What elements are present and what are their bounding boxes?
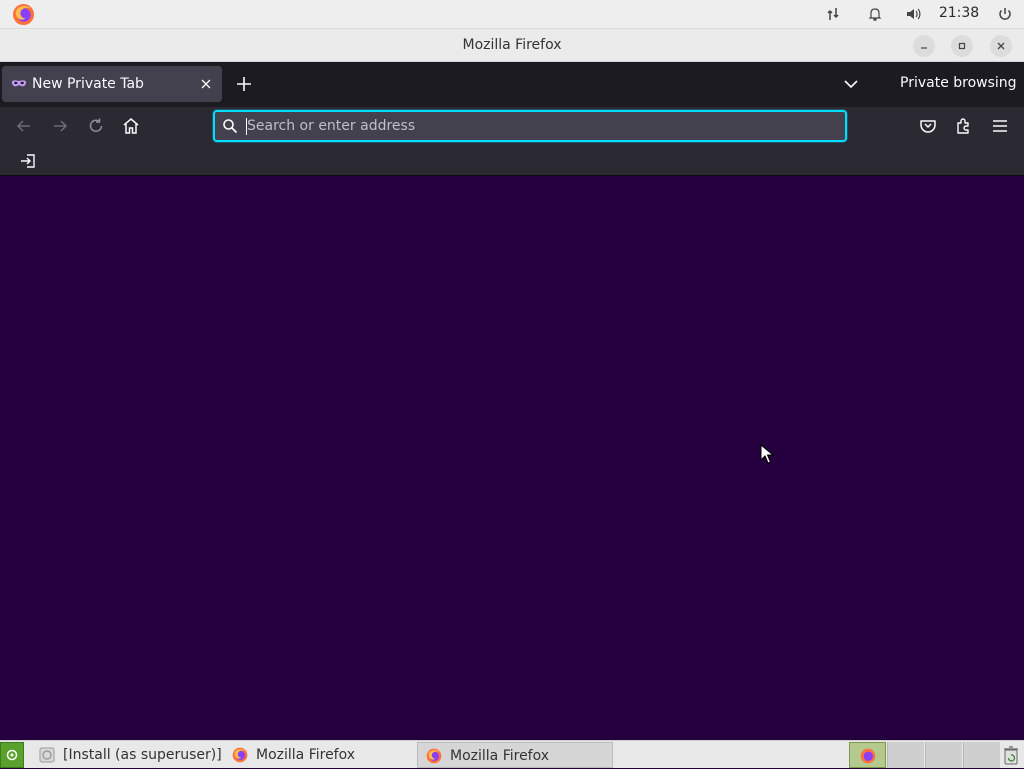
taskbar-item-installer[interactable]: [Install (as superuser)]	[31, 742, 222, 768]
private-browsing-indicator: Private browsing	[900, 75, 1017, 91]
reload-icon[interactable]	[86, 116, 106, 136]
power-icon[interactable]	[997, 6, 1013, 22]
app-menu-icon	[6, 749, 18, 761]
firefox-icon	[860, 748, 876, 764]
new-tab-button[interactable]	[234, 74, 254, 94]
system-top-panel: 21:38	[0, 0, 1024, 29]
close-icon	[997, 42, 1005, 50]
applications-menu-button[interactable]	[0, 742, 24, 768]
private-page-content	[0, 176, 1024, 740]
navigation-toolbar	[0, 107, 1024, 145]
network-icon[interactable]	[825, 6, 841, 22]
private-mask-icon	[12, 80, 26, 87]
pocket-icon[interactable]	[918, 116, 938, 136]
taskbar-item-label: [Install (as superuser)]	[63, 747, 222, 763]
window-title: Mozilla Firefox	[462, 37, 562, 53]
back-arrow-icon[interactable]	[14, 116, 34, 136]
workspace-3[interactable]	[925, 742, 962, 768]
system-taskbar: [Install (as superuser)] Mozilla Firefox…	[0, 740, 1024, 768]
workspace-4[interactable]	[963, 742, 1000, 768]
search-icon	[223, 119, 238, 134]
minimize-icon	[921, 47, 927, 49]
home-icon[interactable]	[121, 116, 141, 136]
taskbar-item-label: Mozilla Firefox	[450, 748, 550, 764]
installer-icon	[39, 747, 55, 763]
maximize-button[interactable]	[951, 35, 973, 57]
hamburger-menu-icon[interactable]	[990, 116, 1010, 136]
trash-icon[interactable]	[1002, 745, 1020, 765]
window-titlebar[interactable]: Mozilla Firefox	[0, 29, 1024, 62]
restore-icon	[958, 42, 966, 50]
close-window-button[interactable]	[990, 35, 1012, 57]
taskbar-item-firefox[interactable]: Mozilla Firefox	[224, 742, 355, 768]
search-input[interactable]	[245, 114, 825, 138]
close-tab-icon[interactable]	[199, 77, 213, 91]
bookmarks-toolbar	[0, 145, 1024, 176]
forward-arrow-icon[interactable]	[50, 116, 70, 136]
tab-strip: New Private Tab Private browsing	[0, 62, 1024, 107]
firefox-icon	[426, 748, 442, 764]
clock[interactable]: 21:38	[936, 5, 982, 21]
tab-new-private[interactable]: New Private Tab	[2, 66, 222, 102]
workspace-2[interactable]	[887, 742, 924, 768]
mouse-pointer-icon	[760, 444, 774, 464]
tab-label: New Private Tab	[32, 76, 144, 92]
bell-icon[interactable]	[867, 6, 883, 22]
volume-icon[interactable]	[905, 6, 921, 22]
minimize-button[interactable]	[913, 35, 935, 57]
chevron-down-icon[interactable]	[842, 76, 860, 92]
firefox-icon	[232, 747, 248, 763]
workspace-1[interactable]	[849, 742, 886, 768]
sign-in-icon[interactable]	[19, 152, 37, 170]
firefox-icon[interactable]	[12, 3, 35, 26]
taskbar-item-label: Mozilla Firefox	[256, 747, 356, 763]
extensions-icon[interactable]	[954, 116, 974, 136]
address-bar[interactable]	[213, 110, 847, 142]
taskbar-item-firefox-active[interactable]: Mozilla Firefox	[417, 742, 613, 768]
